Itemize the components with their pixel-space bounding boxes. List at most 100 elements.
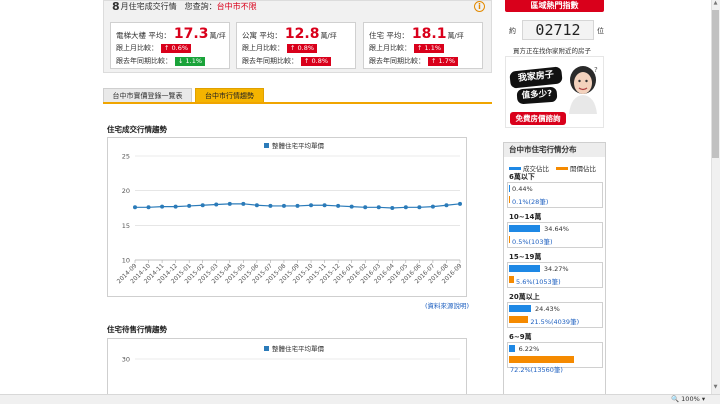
legend-swatch	[264, 143, 269, 148]
hot-index-button[interactable]: 區域熱門指數	[505, 0, 604, 12]
card-type: 公寓	[242, 31, 257, 40]
listing-share-value: 0.1%(28筆)	[512, 198, 549, 206]
data-point	[268, 203, 273, 208]
data-point	[146, 205, 151, 210]
data-point	[200, 203, 205, 208]
ad-person-avatar-icon: ?	[569, 66, 598, 114]
deal-share-bar	[509, 185, 510, 192]
card-yoy-row: 跟去年同期比較： ↑ 0.8%	[242, 56, 332, 66]
y-tick-label: 10	[122, 257, 130, 265]
price-card-apartment: 公寓 平均： 12.8 萬/坪 跟上月比較： ↑ 0.8% 跟去年同期比較： ↑…	[236, 22, 356, 69]
data-point	[458, 201, 462, 206]
deal-share-bar	[509, 225, 541, 232]
data-point	[281, 203, 286, 208]
tab-price-registry[interactable]: 台中市實價登錄一覽表	[103, 88, 192, 103]
dist-group-label: 10~14萬	[509, 213, 542, 221]
dist-group-label: 6~9萬	[509, 333, 532, 341]
card-title: 住宅 平均： 18.1 萬/坪	[369, 26, 464, 42]
listing-share-bar	[509, 236, 510, 243]
deal-share-value: 34.64%	[544, 225, 569, 233]
data-point	[227, 201, 232, 206]
card-avg-label: 平均：	[386, 31, 409, 40]
status-bar	[0, 394, 720, 404]
trend-section-title: 住宅成交行情趨勢	[107, 125, 167, 134]
y-tick-label: 15	[122, 222, 130, 230]
data-point	[417, 205, 422, 210]
card-price: 18.1	[411, 26, 447, 42]
summary-region-value[interactable]: 台中市不限	[217, 1, 257, 12]
data-point	[430, 204, 435, 209]
trend-chart-frame: 整體住宅平均單價 10 15 20 25 2014-09 2014-10 2014-11 201…	[107, 137, 467, 297]
card-price: 12.8	[284, 26, 320, 42]
deal-share-bar	[509, 345, 515, 352]
listing-share-value: 21.5%(4039筆)	[530, 318, 580, 326]
data-point	[187, 203, 192, 208]
data-point	[444, 203, 449, 208]
zoom-icon: 🔍	[671, 395, 680, 403]
scroll-thumb[interactable]	[712, 10, 719, 158]
buyer-counter: 02712	[522, 20, 594, 40]
tab-underline	[103, 102, 492, 104]
tab-market-trend[interactable]: 台中市行情趨勢	[195, 88, 264, 103]
card-title: 電梯大樓 平均： 17.3 萬/坪	[116, 26, 226, 42]
summary-month-suffix: 月住宅成交行情	[120, 2, 177, 11]
sale-chart-frame: 整體住宅平均單價 30	[107, 338, 467, 394]
scroll-down-arrow-icon[interactable]: ▼	[712, 384, 719, 392]
summary-month: 8	[112, 0, 120, 13]
listing-share-value: 0.5%(103筆)	[512, 238, 553, 246]
sale-section-title: 住宅待售行情趨勢	[107, 325, 167, 334]
scroll-up-arrow-icon[interactable]: ▲	[712, 0, 719, 8]
data-source-link[interactable]: (資料來源說明)	[425, 300, 469, 310]
data-point	[349, 204, 354, 209]
listing-share-bar	[509, 316, 529, 323]
data-point	[241, 201, 246, 206]
deal-share-bar	[509, 305, 531, 312]
y-tick-label: 30	[122, 356, 130, 364]
card-yoy-badge: ↑ 0.8%	[301, 56, 332, 66]
card-mom-row: 跟上月比較： ↑ 0.6%	[116, 43, 192, 53]
legend-deal-swatch	[509, 166, 521, 170]
counter-caption: 買方正在找你家附近的房子	[513, 47, 591, 55]
sale-chart: 整體住宅平均單價 30	[122, 344, 460, 364]
card-type: 住宅	[369, 31, 384, 40]
listing-share-value: 5.6%(1053筆)	[516, 278, 561, 286]
card-mom-row: 跟上月比較： ↑ 1.1%	[369, 43, 445, 53]
summary-region-label: 您查詢：	[184, 2, 217, 11]
y-tick-label: 20	[122, 187, 130, 195]
free-valuation-button[interactable]: 免費房價諮詢	[510, 112, 566, 125]
deal-share-value: 34.27%	[543, 265, 569, 273]
deal-share-value: 6.22%	[518, 345, 540, 353]
card-unit: 萬/坪	[447, 32, 464, 40]
data-point	[390, 206, 395, 210]
deal-share-value: 24.43%	[534, 305, 560, 313]
card-unit: 萬/坪	[209, 32, 226, 40]
data-point	[309, 203, 314, 208]
counter-prefix: 約	[509, 27, 516, 35]
info-icon[interactable]: i	[474, 1, 485, 12]
card-yoy-label: 跟去年同期比較：	[242, 57, 298, 65]
data-point	[336, 203, 341, 208]
counter-suffix: 位	[597, 27, 604, 35]
zoom-value: 100%	[681, 395, 700, 403]
data-point	[363, 205, 368, 210]
card-yoy-row: 跟去年同期比較： ↓ 1.1%	[116, 56, 206, 66]
card-yoy-badge: ↓ 1.1%	[175, 56, 206, 66]
card-mom-label: 跟上月比較：	[369, 44, 411, 52]
dist-group-label: 15~19萬	[509, 253, 542, 261]
zoom-dropdown-icon: ▾	[701, 395, 706, 403]
card-yoy-row: 跟去年同期比較： ↑ 1.7%	[369, 56, 459, 66]
card-avg-label: 平均：	[148, 31, 171, 40]
legend-listing-swatch	[556, 166, 568, 170]
zoom-level[interactable]: 🔍 100% ▾	[671, 395, 705, 403]
ad-subheadline: 值多少?	[516, 86, 558, 105]
data-point	[160, 204, 165, 209]
data-point	[295, 203, 300, 208]
card-type: 電梯大樓	[116, 31, 146, 40]
card-mom-label: 跟上月比較：	[116, 44, 158, 52]
dist-group-label: 6萬以下	[509, 173, 535, 181]
data-point	[214, 202, 219, 207]
legend-label: 整體住宅平均單價	[272, 141, 325, 150]
card-avg-label: 平均：	[259, 31, 282, 40]
listing-share-value: 72.2%(13560筆)	[510, 366, 563, 374]
data-point	[403, 205, 408, 210]
